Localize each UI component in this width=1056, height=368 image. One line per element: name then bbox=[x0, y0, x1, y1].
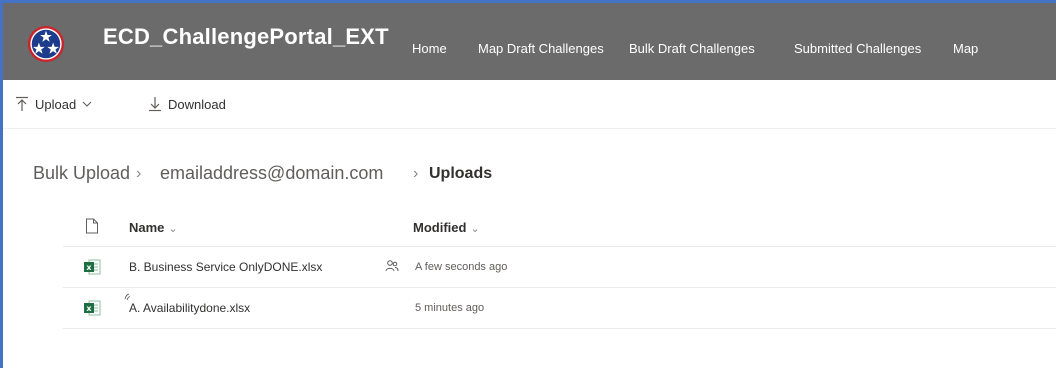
table-row[interactable]: x A. Availabilitydone.xlsx 5 minutes ago bbox=[63, 288, 1056, 329]
svg-text:x: x bbox=[86, 263, 92, 272]
excel-file-icon: x bbox=[84, 259, 101, 275]
new-file-sparkle-icon bbox=[124, 293, 131, 301]
nav-submitted-challenges[interactable]: Submitted Challenges bbox=[794, 41, 921, 56]
file-list-header: Name ⌄ Modified ⌄ bbox=[63, 206, 1056, 247]
nav-map-draft-challenges[interactable]: Map Draft Challenges bbox=[478, 41, 604, 56]
column-header-modified-label: Modified bbox=[413, 220, 467, 235]
site-header: ECD_ChallengePortal_EXT Home Map Draft C… bbox=[3, 3, 1056, 80]
nav-map[interactable]: Map bbox=[953, 41, 978, 56]
file-modified: A few seconds ago bbox=[415, 261, 508, 273]
chevron-down-icon bbox=[82, 101, 92, 107]
column-header-name-label: Name bbox=[129, 220, 165, 235]
breadcrumb-item-bulk-upload[interactable]: Bulk Upload bbox=[33, 163, 130, 184]
file-type-icon[interactable] bbox=[85, 218, 99, 234]
tennessee-tristar-logo[interactable] bbox=[27, 25, 65, 63]
upload-icon bbox=[16, 96, 28, 111]
file-name[interactable]: A. Availabilitydone.xlsx bbox=[129, 301, 250, 315]
site-title[interactable]: ECD_ChallengePortal_EXT bbox=[103, 24, 389, 50]
command-bar: Upload Download bbox=[3, 80, 1056, 129]
nav-home[interactable]: Home bbox=[412, 41, 447, 56]
shared-people-icon[interactable] bbox=[385, 259, 399, 273]
table-row[interactable]: x B. Business Service OnlyDONE.xlsx A fe… bbox=[63, 247, 1056, 288]
file-modified: 5 minutes ago bbox=[415, 302, 485, 314]
excel-file-icon: x bbox=[84, 300, 101, 316]
nav-bulk-draft-challenges[interactable]: Bulk Draft Challenges bbox=[629, 41, 755, 56]
chevron-right-icon: › bbox=[413, 165, 419, 182]
chevron-down-icon: ⌄ bbox=[470, 223, 480, 235]
chevron-down-icon: ⌄ bbox=[168, 223, 178, 235]
chevron-right-icon: › bbox=[136, 165, 142, 182]
upload-button[interactable]: Upload bbox=[15, 96, 92, 112]
download-button[interactable]: Download bbox=[148, 96, 226, 112]
upload-label: Upload bbox=[35, 96, 77, 112]
download-icon bbox=[149, 97, 161, 112]
column-header-modified[interactable]: Modified ⌄ bbox=[413, 220, 480, 235]
file-name[interactable]: B. Business Service OnlyDONE.xlsx bbox=[129, 260, 322, 274]
column-header-name[interactable]: Name ⌄ bbox=[129, 220, 178, 235]
app-frame: ECD_ChallengePortal_EXT Home Map Draft C… bbox=[0, 0, 1056, 368]
svg-text:x: x bbox=[86, 304, 92, 313]
breadcrumb-item-email[interactable]: emailaddress@domain.com bbox=[160, 163, 383, 184]
breadcrumb-current: Uploads bbox=[429, 165, 493, 182]
download-label: Download bbox=[168, 96, 226, 112]
